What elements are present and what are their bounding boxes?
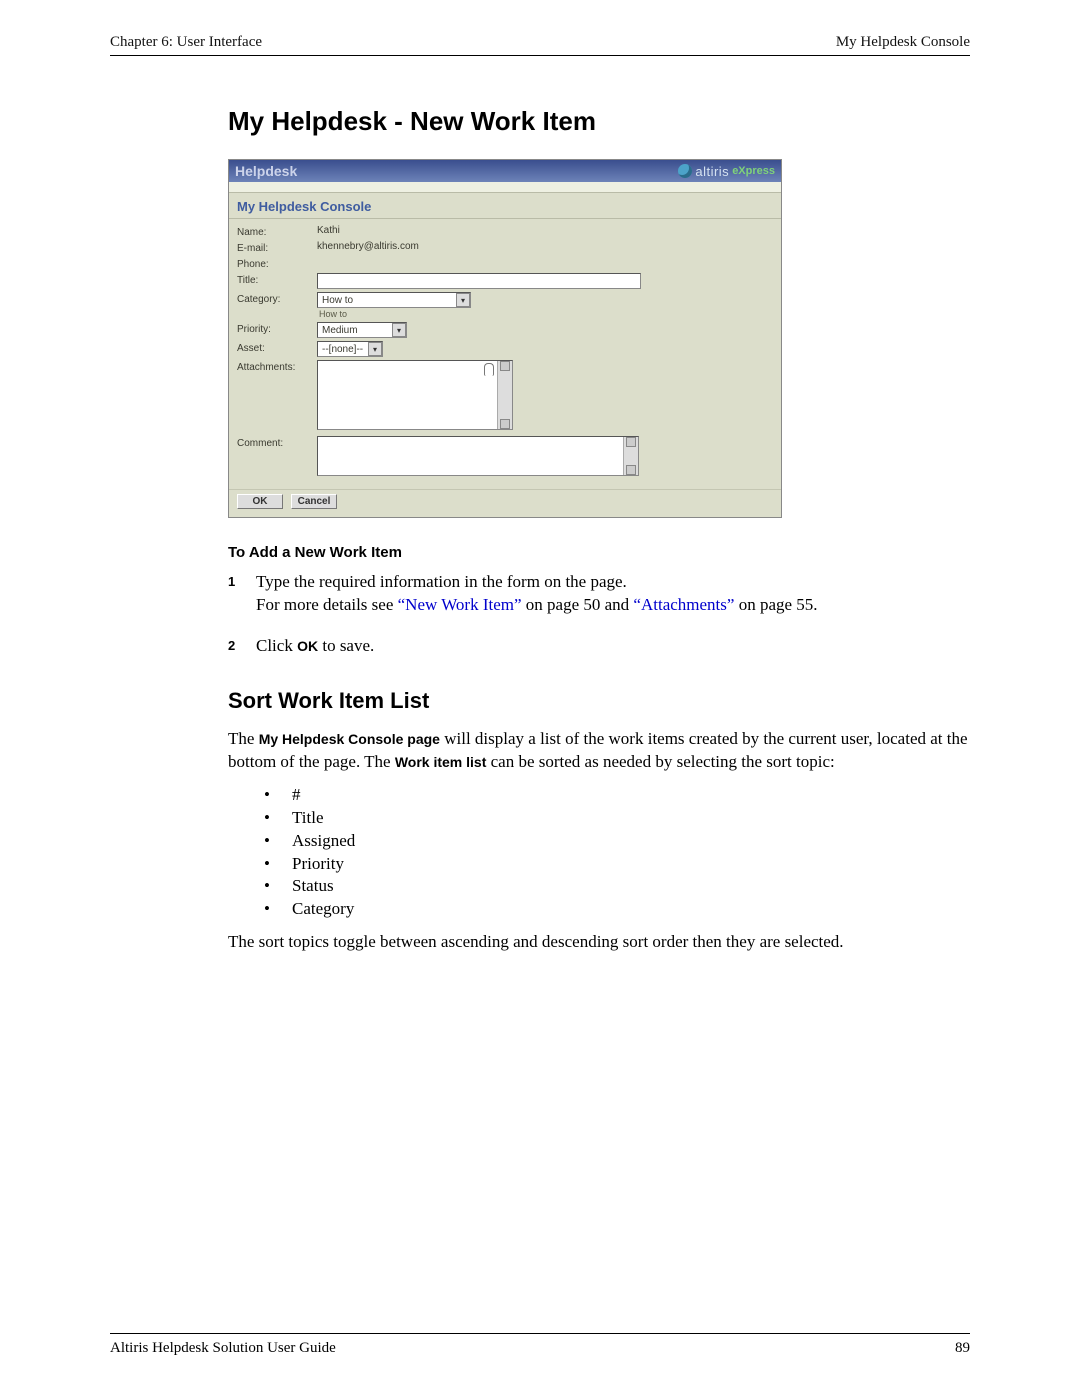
app-title: Helpdesk xyxy=(235,163,297,179)
category-select[interactable]: How to ▾ xyxy=(317,292,471,308)
list-item: # xyxy=(264,784,970,807)
footer-right: 89 xyxy=(955,1340,970,1357)
step1-text-b-pre: For more details see xyxy=(256,595,398,614)
button-bar: OK Cancel xyxy=(229,489,781,517)
list-item: Assigned xyxy=(264,830,970,853)
sort-paragraph-2: The sort topics toggle between ascending… xyxy=(228,931,970,954)
label-priority: Priority: xyxy=(237,322,317,335)
label-title: Title: xyxy=(237,273,317,286)
brand-name: altiris xyxy=(695,164,729,179)
header-rule xyxy=(110,55,970,56)
list-item: Category xyxy=(264,898,970,921)
step1-text-a: Type the required information in the for… xyxy=(256,572,627,591)
link-new-work-item[interactable]: “New Work Item” xyxy=(398,595,522,614)
cancel-button[interactable]: Cancel xyxy=(291,494,337,509)
priority-value: Medium xyxy=(322,325,358,336)
chevron-down-icon: ▾ xyxy=(368,342,382,356)
list-item: Title xyxy=(264,807,970,830)
asset-value: --[none]-- xyxy=(322,344,363,355)
form-area: Name: Kathi E-mail: khennebry@altiris.co… xyxy=(229,219,781,489)
paperclip-icon xyxy=(484,363,494,376)
helpdesk-app-screenshot: Helpdesk altiris eXpress My Helpdesk Con… xyxy=(228,159,782,518)
comment-box[interactable] xyxy=(317,436,639,476)
step-number: 1 xyxy=(228,573,235,591)
step-2: 2 Click OK to save. xyxy=(228,635,970,658)
step2-post: to save. xyxy=(318,636,374,655)
label-name: Name: xyxy=(237,225,317,238)
scrollbar[interactable] xyxy=(497,361,512,429)
app-subtitle: My Helpdesk Console xyxy=(229,193,781,219)
label-attachments: Attachments: xyxy=(237,360,317,373)
label-category: Category: xyxy=(237,292,317,305)
sort-paragraph-1: The My Helpdesk Console page will displa… xyxy=(228,728,970,774)
link-attachments[interactable]: “Attachments” xyxy=(633,595,734,614)
step1-mid1: on page 50 and xyxy=(522,595,634,614)
label-asset: Asset: xyxy=(237,341,317,354)
list-item: Priority xyxy=(264,853,970,876)
brand: altiris eXpress xyxy=(678,164,775,179)
procedure-title: To Add a New Work Item xyxy=(228,544,970,561)
header-left: Chapter 6: User Interface xyxy=(110,34,262,51)
section2-title: Sort Work Item List xyxy=(228,688,970,714)
ok-button[interactable]: OK xyxy=(237,494,283,509)
label-comment: Comment: xyxy=(237,436,317,449)
brand-suffix: eXpress xyxy=(732,165,775,177)
header-right: My Helpdesk Console xyxy=(836,34,970,51)
app-titlebar: Helpdesk altiris eXpress xyxy=(229,160,781,182)
title-input[interactable] xyxy=(317,273,641,289)
step2-ok: OK xyxy=(297,638,318,654)
globe-icon xyxy=(678,164,692,178)
app-subbar xyxy=(229,182,781,193)
list-item: Status xyxy=(264,875,970,898)
bold-work-item-list: Work item list xyxy=(395,754,487,770)
value-email: khennebry@altiris.com xyxy=(317,241,419,252)
footer-left: Altiris Helpdesk Solution User Guide xyxy=(110,1340,336,1357)
step2-pre: Click xyxy=(256,636,297,655)
step1-mid2: on page 55. xyxy=(734,595,817,614)
category-hint: How to xyxy=(317,309,471,319)
attachments-box[interactable] xyxy=(317,360,513,430)
asset-select[interactable]: --[none]-- ▾ xyxy=(317,341,383,357)
chevron-down-icon: ▾ xyxy=(392,323,406,337)
section-title: My Helpdesk - New Work Item xyxy=(228,106,970,137)
step-1: 1 Type the required information in the f… xyxy=(228,571,970,617)
chevron-down-icon: ▾ xyxy=(456,293,470,307)
category-value: How to xyxy=(322,295,353,306)
label-email: E-mail: xyxy=(237,241,317,254)
scrollbar[interactable] xyxy=(623,437,638,475)
sort-topic-list: # Title Assigned Priority Status Categor… xyxy=(264,784,970,922)
step-number: 2 xyxy=(228,637,235,655)
bold-console-page: My Helpdesk Console page xyxy=(259,731,440,747)
priority-select[interactable]: Medium ▾ xyxy=(317,322,407,338)
value-name: Kathi xyxy=(317,225,340,236)
label-phone: Phone: xyxy=(237,257,317,270)
